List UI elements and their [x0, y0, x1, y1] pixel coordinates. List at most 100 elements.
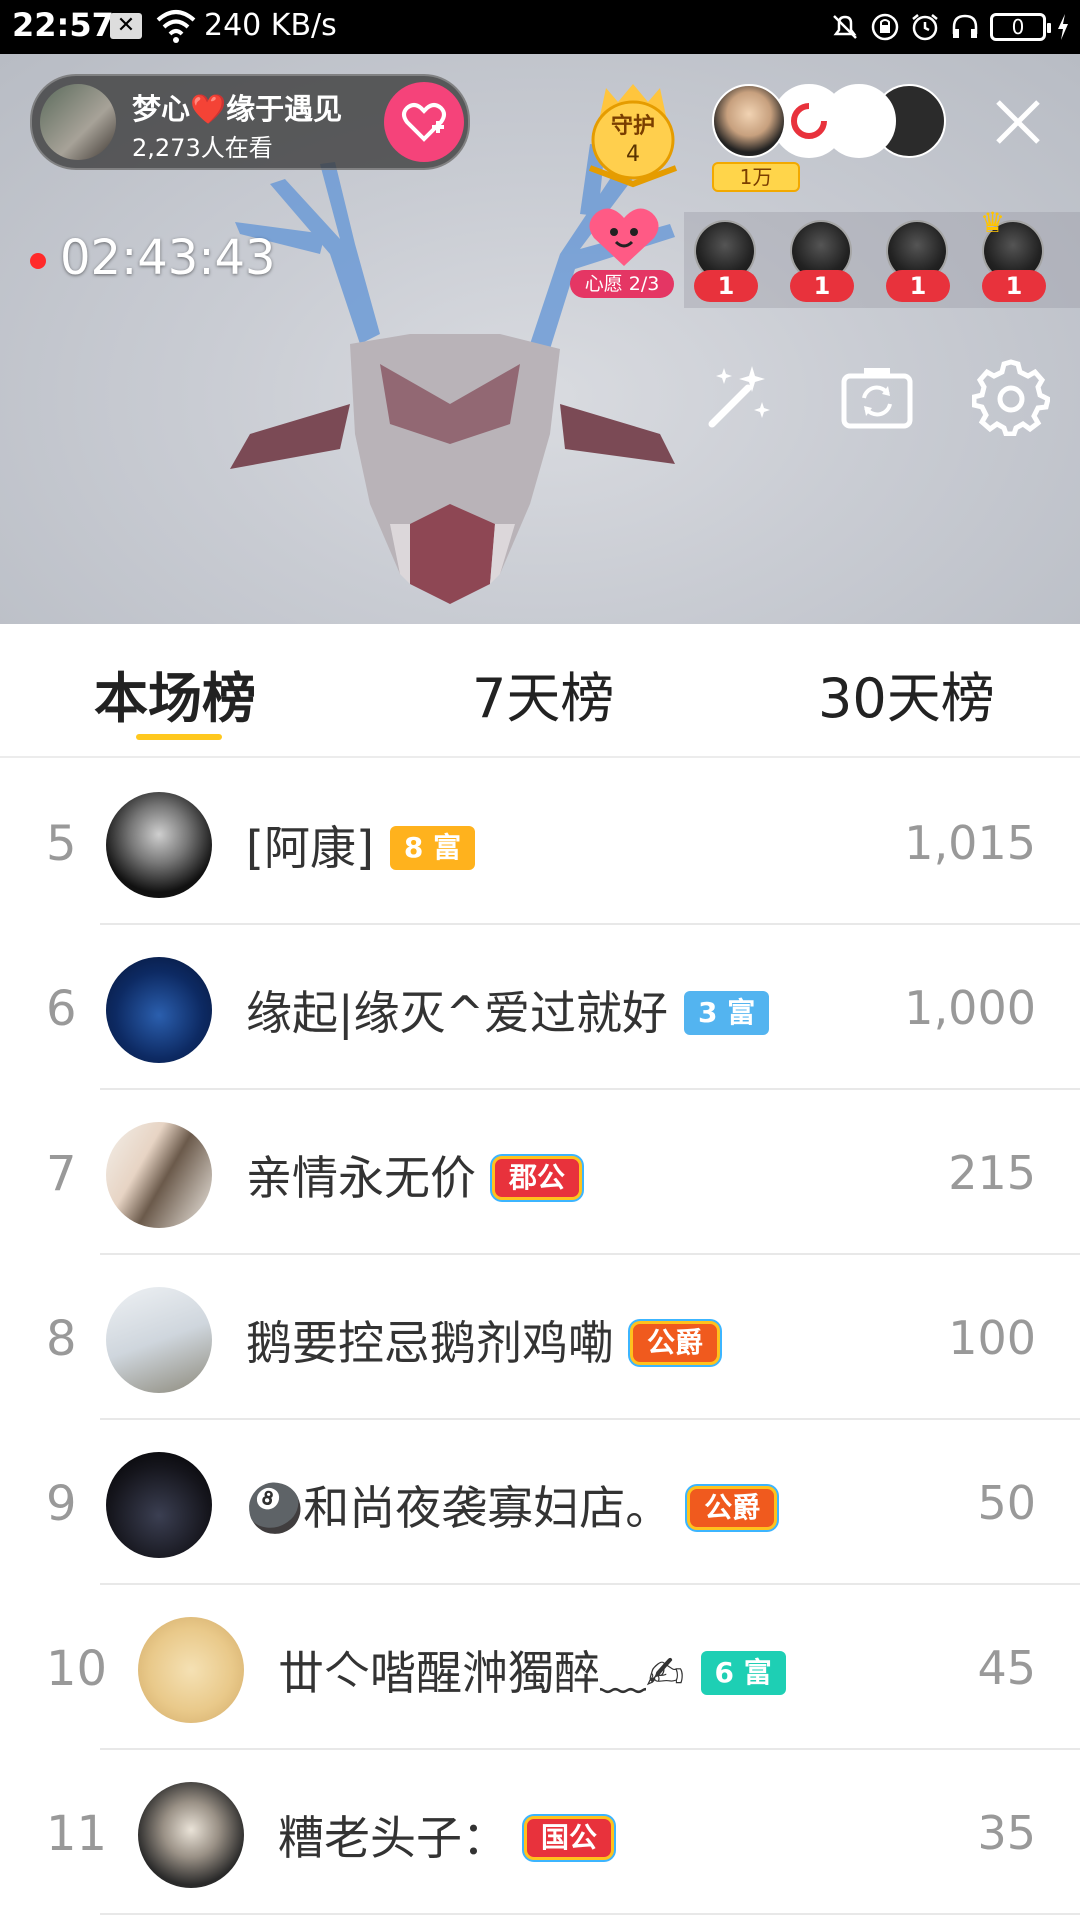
wifi-icon	[156, 10, 196, 43]
magic-wand-icon[interactable]	[700, 358, 778, 436]
fan-count: 1	[982, 270, 1046, 302]
viewer-avatar[interactable]	[712, 84, 786, 158]
user-name-text: [阿康]	[246, 821, 374, 875]
rank-number: 6	[46, 981, 77, 1037]
follow-button[interactable]	[384, 82, 464, 162]
score: 45	[977, 1641, 1036, 1695]
crown-icon: ♛	[980, 206, 1006, 239]
avatar[interactable]	[138, 1617, 244, 1723]
level-badge: 3 富	[684, 990, 770, 1035]
settings-gear-icon[interactable]	[972, 358, 1050, 436]
tab-indicator	[136, 734, 222, 740]
viewer-count: 2,273人在看	[132, 134, 273, 162]
wish-heart-icon	[589, 208, 659, 266]
status-bar: 22:57 ✕ 240 KB/s 0	[0, 0, 1080, 54]
wish-label: 心愿 2/3	[570, 270, 674, 298]
headphones-icon	[952, 14, 978, 38]
avatar[interactable]	[106, 1452, 212, 1558]
divider	[100, 1913, 1080, 1915]
close-icon[interactable]	[990, 94, 1046, 150]
avatar[interactable]	[106, 792, 212, 898]
fan-item[interactable]: 1	[790, 220, 854, 310]
user-name-text: 🎱和尚夜袭寡妇店。	[246, 1481, 672, 1535]
user-name-text: 缘起|缘灭^爱过就好	[246, 986, 669, 1040]
avatar[interactable]	[106, 957, 212, 1063]
fan-count: 1	[694, 270, 758, 302]
tab-7-days[interactable]: 7天榜	[472, 654, 614, 733]
host-avatar[interactable]	[40, 84, 116, 160]
fan-count: 1	[790, 270, 854, 302]
rank-number: 5	[46, 816, 77, 872]
top-viewers[interactable]: 1万	[712, 80, 952, 192]
list-item[interactable]: 8 鹅要控忌鹅剂鸡嘞 公爵 100	[0, 1255, 1080, 1420]
lock-rotation-icon	[871, 13, 899, 41]
host-info-pill[interactable]: 梦心❤️缘于遇见 2,273人在看	[30, 74, 470, 170]
user-name: 亲情永无价 郡公	[246, 1142, 583, 1208]
score: 35	[977, 1806, 1036, 1860]
fan-count: 1	[886, 270, 950, 302]
level-badge: 6 富	[700, 1650, 786, 1695]
status-time: 22:57	[12, 6, 114, 44]
guard-count: 4	[626, 142, 640, 167]
user-name-text: 丗亽喈醒浺獨醉﹏✍	[278, 1646, 685, 1700]
score: 100	[948, 1311, 1036, 1365]
notification-x-icon: ✕	[110, 13, 142, 39]
avatar[interactable]	[106, 1122, 212, 1228]
noble-badge: 公爵	[630, 1320, 721, 1365]
fan-item[interactable]: 1	[886, 220, 950, 310]
guard-label: 守护	[610, 114, 655, 139]
level-badge: 8 富	[389, 825, 476, 870]
score: 1,015	[904, 816, 1036, 870]
list-item[interactable]: 9 🎱和尚夜袭寡妇店。 公爵 50	[0, 1420, 1080, 1585]
list-item[interactable]: 11 糟老头子： 国公 35	[0, 1750, 1080, 1915]
user-name: 丗亽喈醒浺獨醉﹏✍ 6 富	[278, 1637, 786, 1703]
alarm-icon	[912, 14, 938, 41]
list-item[interactable]: 7 亲情永无价 郡公 215	[0, 1090, 1080, 1255]
tab-current-session[interactable]: 本场榜	[94, 654, 256, 733]
guard-badge[interactable]: 守护 4	[586, 80, 680, 192]
mute-bell-icon	[833, 15, 857, 39]
avatar[interactable]	[106, 1287, 212, 1393]
rank-number: 11	[46, 1806, 108, 1862]
network-speed: 240 KB/s	[204, 8, 337, 43]
list-item[interactable]: 6 缘起|缘灭^爱过就好 3 富 1,000	[0, 925, 1080, 1090]
score: 215	[948, 1146, 1036, 1200]
host-name: 梦心❤️缘于遇见	[132, 92, 343, 126]
noble-badge: 国公	[524, 1815, 615, 1860]
ranking-tabs: 本场榜 7天榜 30天榜	[0, 624, 1080, 758]
fan-item[interactable]: ♛ 1	[980, 206, 1046, 310]
list-item[interactable]: 5 [阿康] 8 富 1,015	[0, 760, 1080, 925]
user-name: 缘起|缘灭^爱过就好 3 富	[246, 977, 770, 1043]
avatar[interactable]	[138, 1782, 244, 1888]
rank-number: 9	[46, 1476, 77, 1532]
list-item[interactable]: 10 丗亽喈醒浺獨醉﹏✍ 6 富 45	[0, 1585, 1080, 1750]
user-name-text: 鹅要控忌鹅剂鸡嘞	[246, 1316, 614, 1370]
user-name: 糟老头子： 国公	[278, 1802, 615, 1868]
switch-camera-icon[interactable]	[838, 358, 916, 436]
ranking-list[interactable]: 5 [阿康] 8 富 1,015 6 缘起|缘灭^爱过就好 3 富 1,000 7 …	[0, 760, 1080, 1920]
heart-plus-icon	[402, 103, 446, 142]
user-name: 鹅要控忌鹅剂鸡嘞 公爵	[246, 1307, 721, 1373]
fan-rank-strip[interactable]: 1 1 1 ♛ 1	[684, 206, 1080, 310]
fan-item[interactable]: 1	[694, 220, 758, 310]
rank-number: 7	[46, 1146, 77, 1202]
score: 50	[977, 1476, 1036, 1530]
user-name: [阿康] 8 富	[246, 812, 476, 878]
wish-button[interactable]: 心愿 2/3	[570, 204, 674, 304]
score: 1,000	[904, 981, 1036, 1035]
noble-badge: 郡公	[492, 1155, 583, 1200]
battery-icon: 0	[990, 13, 1051, 41]
noble-badge: 公爵	[687, 1485, 778, 1530]
timer-text: 02:43:43	[60, 230, 276, 286]
tab-30-days[interactable]: 30天榜	[818, 654, 995, 733]
charging-icon	[1058, 14, 1068, 40]
contribution-badge: 1万	[712, 162, 800, 192]
recording-dot	[30, 253, 46, 269]
user-name-text: 糟老头子：	[278, 1811, 508, 1865]
rank-number: 8	[46, 1311, 77, 1367]
user-name-text: 亲情永无价	[246, 1151, 476, 1205]
live-timer: 02:43:43	[30, 230, 276, 286]
live-video[interactable]: 梦心❤️缘于遇见 2,273人在看 守护 4 1万 02:43:43 心愿 2/…	[0, 54, 1080, 624]
user-name: 🎱和尚夜袭寡妇店。 公爵	[246, 1472, 778, 1538]
rank-number: 10	[46, 1641, 108, 1697]
